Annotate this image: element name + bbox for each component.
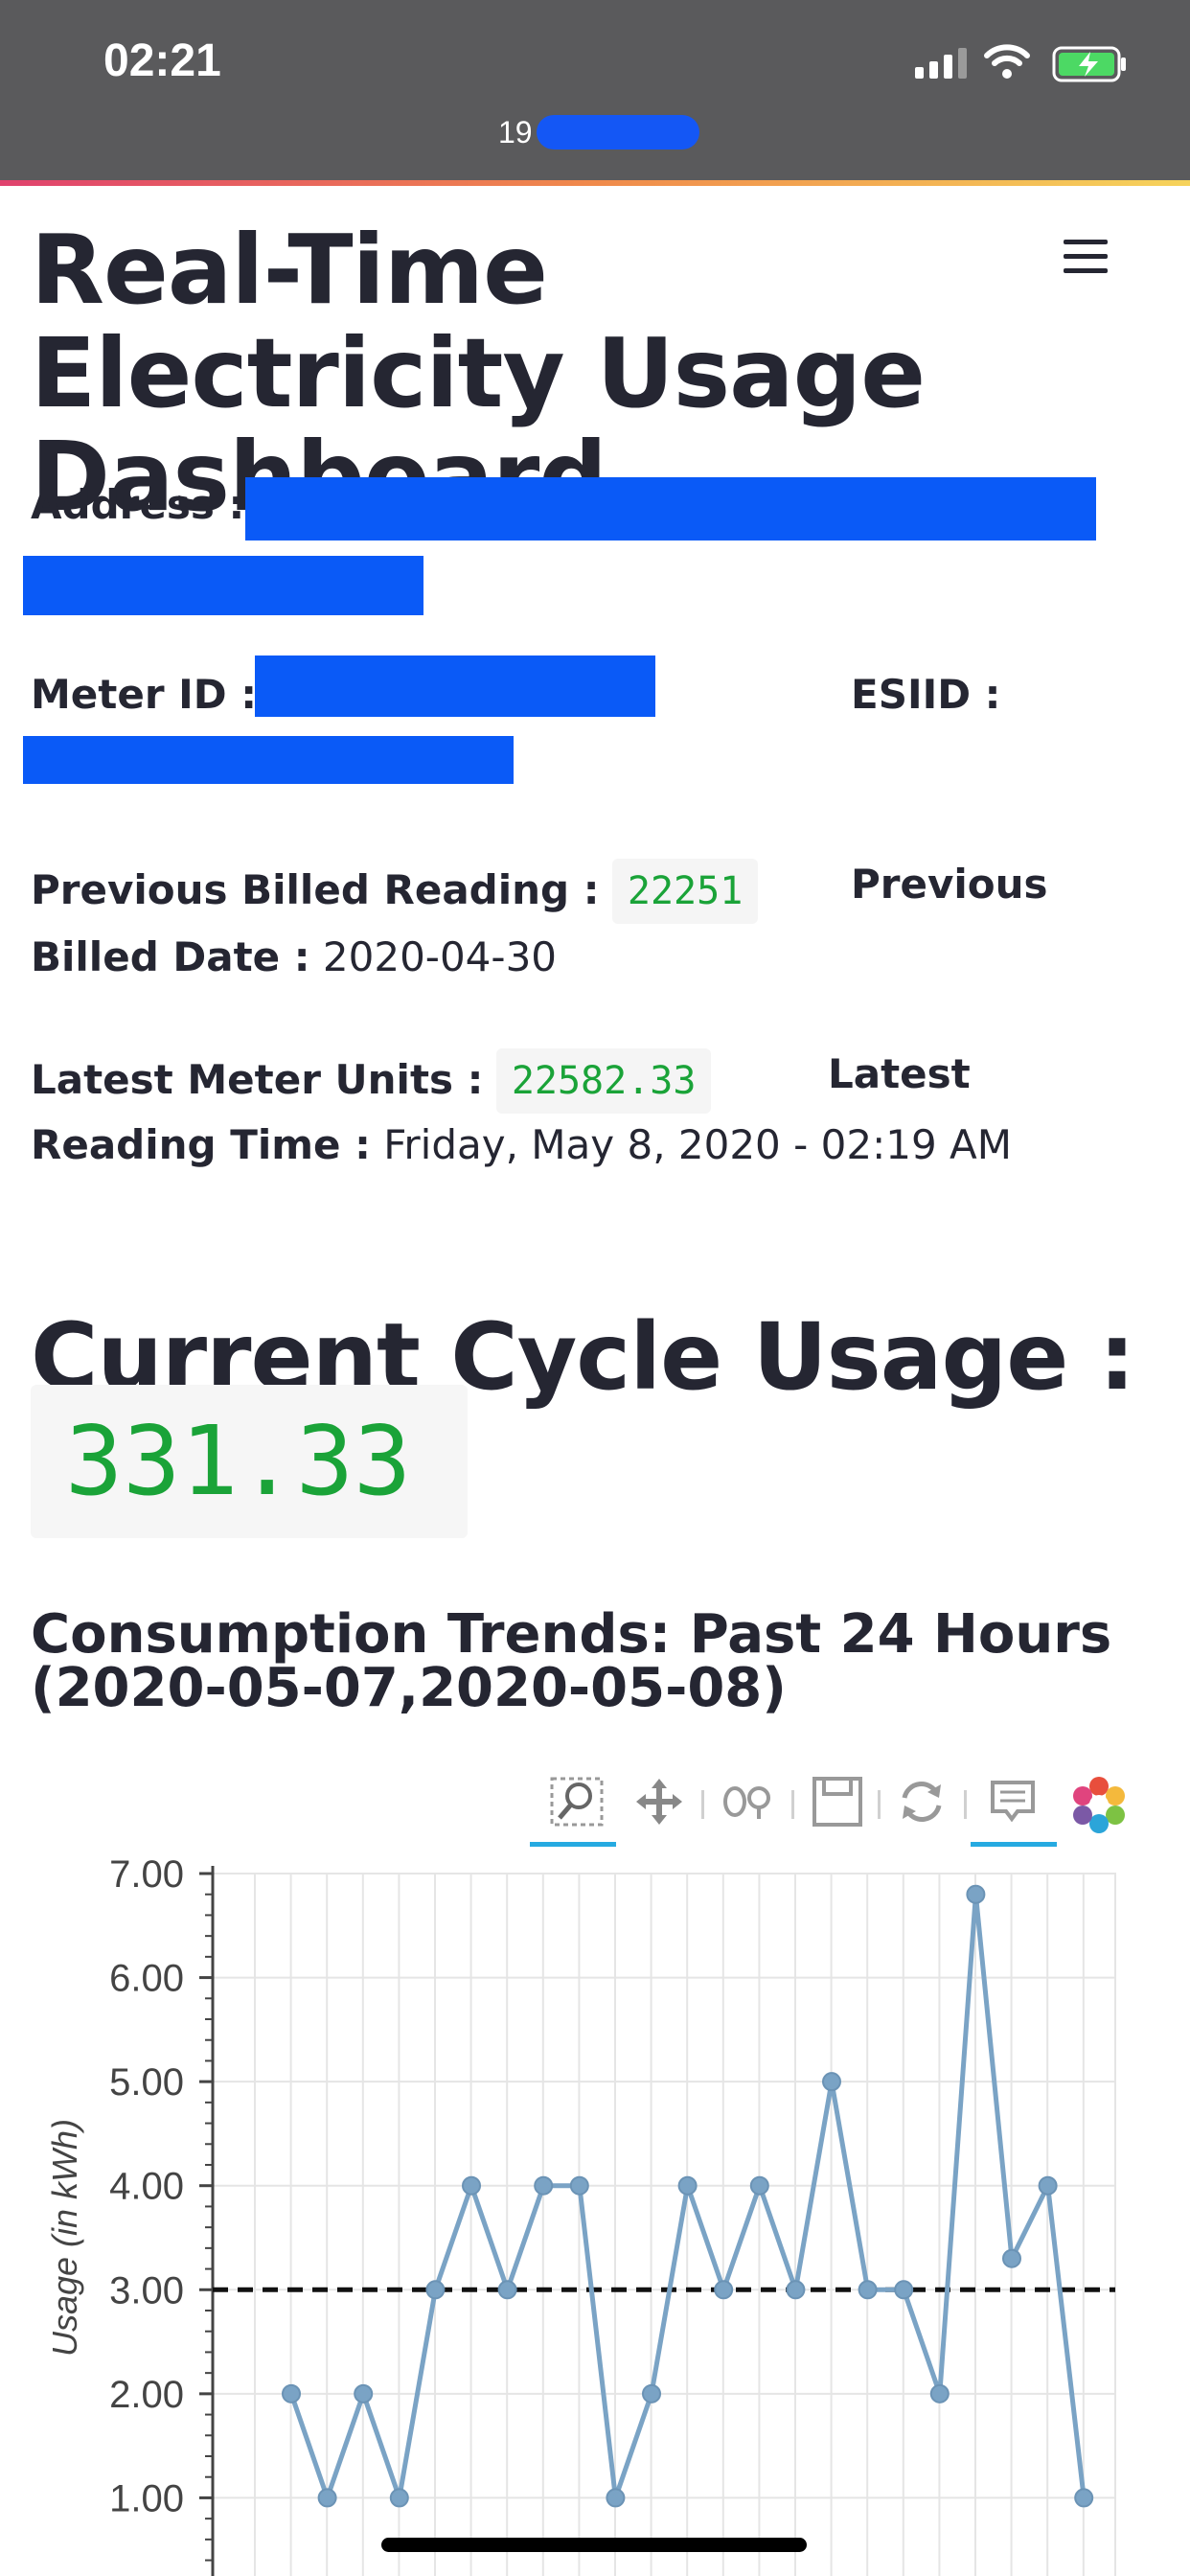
y-axis-label: Usage (in kWh) — [45, 2119, 84, 2357]
esiid-row: ESIID : — [851, 669, 1000, 721]
current-cycle-usage-value: 331.33 — [31, 1385, 468, 1538]
data-point — [929, 2383, 950, 2404]
data-point — [462, 2175, 481, 2196]
data-point — [606, 2488, 626, 2508]
meter-id-label: Meter ID : — [31, 671, 258, 718]
address-label: Address : — [31, 481, 245, 528]
previous-billed-reading-row: Previous Billed Reading : 22251 — [31, 859, 759, 924]
latest-meter-units-value: 22582.33 — [495, 1048, 712, 1114]
latest-reading-time-row: Reading Time : Friday, May 8, 2020 - 02:… — [31, 1119, 1012, 1171]
data-point — [354, 2383, 374, 2404]
data-point — [749, 2175, 769, 2196]
bokeh-logo-icon[interactable] — [1069, 1775, 1129, 1833]
previous-billed-date-label-part1: Previous — [851, 861, 1048, 908]
y-tick-label: 3.00 — [109, 2269, 184, 2312]
box-zoom-active-indicator — [530, 1842, 616, 1847]
data-point — [317, 2488, 337, 2508]
data-point — [569, 2175, 589, 2196]
wheel-zoom-icon[interactable] — [721, 1775, 778, 1828]
previous-billed-date-label: Billed Date : — [31, 933, 310, 980]
hover-icon[interactable] — [987, 1775, 1041, 1828]
data-point — [534, 2175, 554, 2196]
previous-billed-date-label-line1: Previous — [851, 859, 1048, 910]
latest-meter-units-row: Latest Meter Units : 22582.33 — [31, 1048, 712, 1114]
y-tick-label: 2.00 — [109, 2374, 184, 2416]
usage-line-chart[interactable]: 0.001.002.003.004.005.006.007.00Usage (i… — [0, 1850, 1190, 2576]
toolbar-divider — [701, 1790, 704, 1819]
redacted-meter-id-block — [255, 656, 655, 717]
data-point — [642, 2383, 661, 2404]
data-point — [1002, 2248, 1021, 2268]
latest-reading-time-label-part1: Latest — [828, 1050, 971, 1097]
status-time: 02:21 — [103, 35, 221, 86]
wifi-icon — [984, 44, 1030, 79]
pan-icon[interactable] — [632, 1775, 686, 1828]
redacted-address-block-2 — [23, 556, 423, 615]
toolbar-divider — [791, 1790, 794, 1819]
latest-reading-time-label: Reading Time : — [31, 1121, 371, 1168]
status-bar: 02:21 19 … 10 — [0, 0, 1190, 180]
latest-reading-time-label-line1: Latest — [828, 1048, 971, 1100]
y-tick-label: 5.00 — [109, 2061, 184, 2104]
toolbar-divider — [878, 1790, 881, 1819]
data-point — [858, 2280, 878, 2300]
data-point — [714, 2280, 734, 2300]
data-point — [786, 2280, 806, 2300]
box-zoom-icon[interactable] — [548, 1775, 606, 1828]
toolbar-divider — [964, 1790, 967, 1819]
data-point — [966, 1884, 986, 1904]
latest-reading-time-value: Friday, May 8, 2020 - 02:19 AM — [383, 1121, 1012, 1168]
consumption-trends-title: Consumption Trends: Past 24 Hours (2020-… — [31, 1603, 1112, 1719]
data-point — [497, 2280, 517, 2300]
previous-billed-reading-value: 22251 — [611, 859, 759, 924]
hamburger-menu-icon[interactable] — [1064, 240, 1108, 278]
data-point — [282, 2383, 301, 2404]
redacted-address-block — [245, 477, 1096, 540]
previous-billed-date-value: 2020-04-30 — [322, 933, 558, 980]
battery-charging-icon — [1052, 46, 1126, 82]
save-icon[interactable] — [811, 1775, 864, 1828]
meter-id-row: Meter ID : — [31, 669, 257, 721]
data-point — [425, 2280, 446, 2300]
progress-accent-bar — [0, 180, 1190, 186]
hover-active-indicator — [971, 1842, 1057, 1847]
y-tick-label: 4.00 — [109, 2166, 184, 2208]
address-row: Address : — [31, 479, 244, 531]
y-tick-label: 6.00 — [109, 1958, 184, 2000]
data-point — [894, 2280, 914, 2300]
data-point — [1038, 2175, 1058, 2196]
redacted-esiid-block — [23, 736, 514, 784]
redacted-url-block — [537, 115, 699, 150]
plot-area — [212, 1873, 1116, 2576]
data-point — [389, 2488, 409, 2508]
home-indicator — [381, 2538, 807, 2552]
y-tick-label: 7.00 — [109, 1853, 184, 1896]
data-point — [822, 2072, 841, 2092]
reset-icon[interactable] — [895, 1775, 949, 1828]
latest-meter-units-label: Latest Meter Units : — [31, 1056, 484, 1103]
previous-billed-reading-label: Previous Billed Reading : — [31, 866, 600, 913]
data-point — [677, 2175, 698, 2196]
y-tick-label: 1.00 — [109, 2477, 184, 2519]
cellular-signal-icon — [915, 46, 967, 79]
previous-billed-date-row: Billed Date : 2020-04-30 — [31, 932, 557, 983]
esiid-label: ESIID : — [851, 671, 1001, 718]
data-point — [1074, 2488, 1094, 2508]
